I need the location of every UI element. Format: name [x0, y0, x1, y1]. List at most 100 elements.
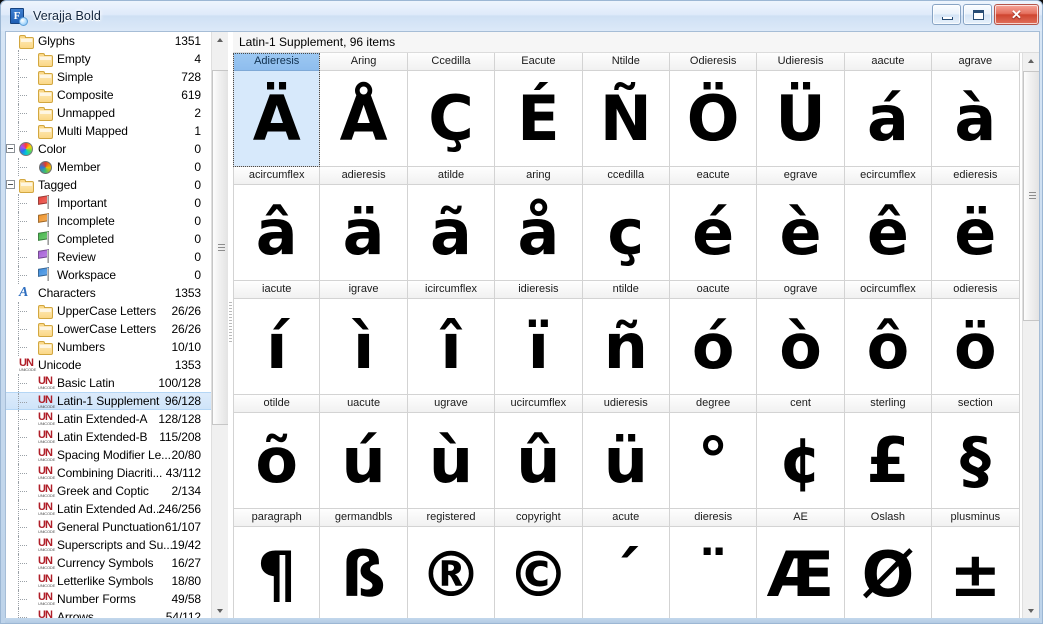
- glyph-cell[interactable]: aacuteá: [845, 53, 932, 167]
- glyph-cell[interactable]: plusminus±: [932, 509, 1019, 620]
- glyph-cell[interactable]: OslashØ: [845, 509, 932, 620]
- tree-expander-icon[interactable]: [6, 144, 15, 153]
- tree-item-spacing-modifier-le[interactable]: UNUNICODESpacing Modifier Le...20/80: [6, 446, 211, 464]
- glyph-scrollbar[interactable]: [1022, 53, 1039, 620]
- glyph-cell[interactable]: section§: [932, 395, 1019, 509]
- maximize-button[interactable]: [963, 4, 992, 25]
- tree-connector-icon: [18, 446, 19, 464]
- tree-item-superscripts-and-su[interactable]: UNUNICODESuperscripts and Su...19/42: [6, 536, 211, 554]
- glyph-cell[interactable]: ograveò: [757, 281, 844, 395]
- tree-item-numbers[interactable]: Numbers10/10: [6, 338, 211, 356]
- tree-item-latin-extended-ad[interactable]: UNUNICODELatin Extended Ad...246/256: [6, 500, 211, 518]
- tree-item-simple[interactable]: Simple728: [6, 68, 211, 86]
- glyph-cell[interactable]: degree°: [670, 395, 757, 509]
- glyph-cell[interactable]: eacuteé: [670, 167, 757, 281]
- tree-item-latin-extended-a[interactable]: UNUNICODELatin Extended-A128/128: [6, 410, 211, 428]
- folder-icon: [19, 33, 35, 49]
- glyph-cell[interactable]: AEÆ: [757, 509, 844, 620]
- glyph-cell[interactable]: otildeõ: [233, 395, 320, 509]
- tree-item-composite[interactable]: Composite619: [6, 86, 211, 104]
- glyph-cell[interactable]: ucircumflexû: [495, 395, 582, 509]
- glyph-cell[interactable]: idieresisï: [495, 281, 582, 395]
- glyph-cell[interactable]: sterling£: [845, 395, 932, 509]
- tree-item-count: 0: [194, 178, 201, 192]
- glyph-cell[interactable]: ecircumflexê: [845, 167, 932, 281]
- tree-scrollbar[interactable]: [211, 32, 228, 620]
- glyph-cell[interactable]: registered®: [408, 509, 495, 620]
- glyph-grid[interactable]: AdieresisÄAringÅCcedillaÇEacuteÉNtildeÑO…: [233, 53, 1020, 620]
- glyph-cell[interactable]: ocircumflexô: [845, 281, 932, 395]
- unicode-icon: UNUNICODE: [38, 465, 54, 481]
- glyph-cell[interactable]: germandblsß: [320, 509, 407, 620]
- tree-item-basic-latin[interactable]: UNUNICODEBasic Latin100/128: [6, 374, 211, 392]
- tree-item-greek-and-coptic[interactable]: UNUNICODEGreek and Coptic2/134: [6, 482, 211, 500]
- tree-item-count: 115/208: [159, 430, 201, 444]
- tree-item-letterlike-symbols[interactable]: UNUNICODELetterlike Symbols18/80: [6, 572, 211, 590]
- glyph-cell[interactable]: uacuteú: [320, 395, 407, 509]
- glyph-cell[interactable]: ccedillaç: [583, 167, 670, 281]
- glyph-cell[interactable]: odieresisö: [932, 281, 1019, 395]
- tree-item-currency-symbols[interactable]: UNUNICODECurrency Symbols16/27: [6, 554, 211, 572]
- glyph-cell[interactable]: CcedillaÇ: [408, 53, 495, 167]
- tree-connector-icon: [18, 131, 27, 132]
- tree-item-member[interactable]: Member0: [6, 158, 211, 176]
- glyph-cell[interactable]: EacuteÉ: [495, 53, 582, 167]
- tree-connector-icon: [18, 86, 19, 104]
- glyph-cell[interactable]: acute´: [583, 509, 670, 620]
- tree-scroll-up-arrow[interactable]: [212, 32, 228, 49]
- glyph-cell[interactable]: acircumflexâ: [233, 167, 320, 281]
- close-button[interactable]: ✕: [994, 4, 1039, 25]
- tree-scroll-thumb[interactable]: [212, 70, 228, 425]
- tree-item-color[interactable]: Color0: [6, 140, 211, 158]
- glyph-cell[interactable]: edieresisë: [932, 167, 1019, 281]
- glyph-cell[interactable]: dieresis¨: [670, 509, 757, 620]
- glyph-cell[interactable]: copyright©: [495, 509, 582, 620]
- tree-item-characters[interactable]: ACharacters1353: [6, 284, 211, 302]
- tree-item-empty[interactable]: Empty4: [6, 50, 211, 68]
- glyph-cell[interactable]: egraveè: [757, 167, 844, 281]
- tree-item-unicode[interactable]: UNUNICODEUnicode1353: [6, 356, 211, 374]
- glyph-scroll-thumb[interactable]: [1023, 71, 1039, 321]
- glyph-grid-viewport[interactable]: AdieresisÄAringÅCcedillaÇEacuteÉNtildeÑO…: [233, 53, 1021, 620]
- glyph-cell[interactable]: UdieresisÜ: [757, 53, 844, 167]
- glyph-cell[interactable]: udieresisü: [583, 395, 670, 509]
- tree-item-lowercase-letters[interactable]: LowerCase Letters26/26: [6, 320, 211, 338]
- tree-item-general-punctuation[interactable]: UNUNICODEGeneral Punctuation61/107: [6, 518, 211, 536]
- tree-item-glyphs[interactable]: Glyphs1351: [6, 32, 211, 50]
- tree-item-workspace[interactable]: Workspace0: [6, 266, 211, 284]
- folder-icon: [38, 321, 54, 337]
- glyph-cell[interactable]: aringå: [495, 167, 582, 281]
- tree-item-multi-mapped[interactable]: Multi Mapped1: [6, 122, 211, 140]
- glyph-cell[interactable]: NtildeÑ: [583, 53, 670, 167]
- tree-item-combining-diacriti[interactable]: UNUNICODECombining Diacriti...43/112: [6, 464, 211, 482]
- tree-item-unmapped[interactable]: Unmapped2: [6, 104, 211, 122]
- glyph-cell[interactable]: atildeã: [408, 167, 495, 281]
- glyph-cell[interactable]: cent¢: [757, 395, 844, 509]
- minimize-button[interactable]: [932, 4, 961, 25]
- tree-item-uppercase-letters[interactable]: UpperCase Letters26/26: [6, 302, 211, 320]
- glyph-cell[interactable]: iacuteí: [233, 281, 320, 395]
- glyph-cell[interactable]: ntildeñ: [583, 281, 670, 395]
- tree-item-latin-1-supplement[interactable]: UNUNICODELatin-1 Supplement96/128: [6, 392, 211, 410]
- glyph-cell[interactable]: paragraph¶: [233, 509, 320, 620]
- glyph-cell[interactable]: AdieresisÄ: [233, 53, 320, 167]
- glyph-cell[interactable]: OdieresisÖ: [670, 53, 757, 167]
- glyph-scroll-up-arrow[interactable]: [1023, 53, 1039, 70]
- tree-item-review[interactable]: Review0: [6, 248, 211, 266]
- glyph-cell[interactable]: ugraveù: [408, 395, 495, 509]
- tree-expander-icon[interactable]: [6, 180, 15, 189]
- glyph-cell[interactable]: AringÅ: [320, 53, 407, 167]
- glyph-cell[interactable]: icircumflexî: [408, 281, 495, 395]
- tree-item-tagged[interactable]: Tagged0: [6, 176, 211, 194]
- tree-item-latin-extended-b[interactable]: UNUNICODELatin Extended-B115/208: [6, 428, 211, 446]
- tree-connector-icon: [18, 158, 19, 176]
- tree-item-incomplete[interactable]: Incomplete0: [6, 212, 211, 230]
- glyph-categories-tree[interactable]: Glyphs1351Empty4Simple728Composite619Unm…: [6, 32, 228, 620]
- tree-item-completed[interactable]: Completed0: [6, 230, 211, 248]
- tree-item-important[interactable]: Important0: [6, 194, 211, 212]
- glyph-cell[interactable]: agraveà: [932, 53, 1019, 167]
- glyph-cell[interactable]: igraveì: [320, 281, 407, 395]
- tree-item-number-forms[interactable]: UNUNICODENumber Forms49/58: [6, 590, 211, 608]
- glyph-cell[interactable]: adieresisä: [320, 167, 407, 281]
- glyph-cell[interactable]: oacuteó: [670, 281, 757, 395]
